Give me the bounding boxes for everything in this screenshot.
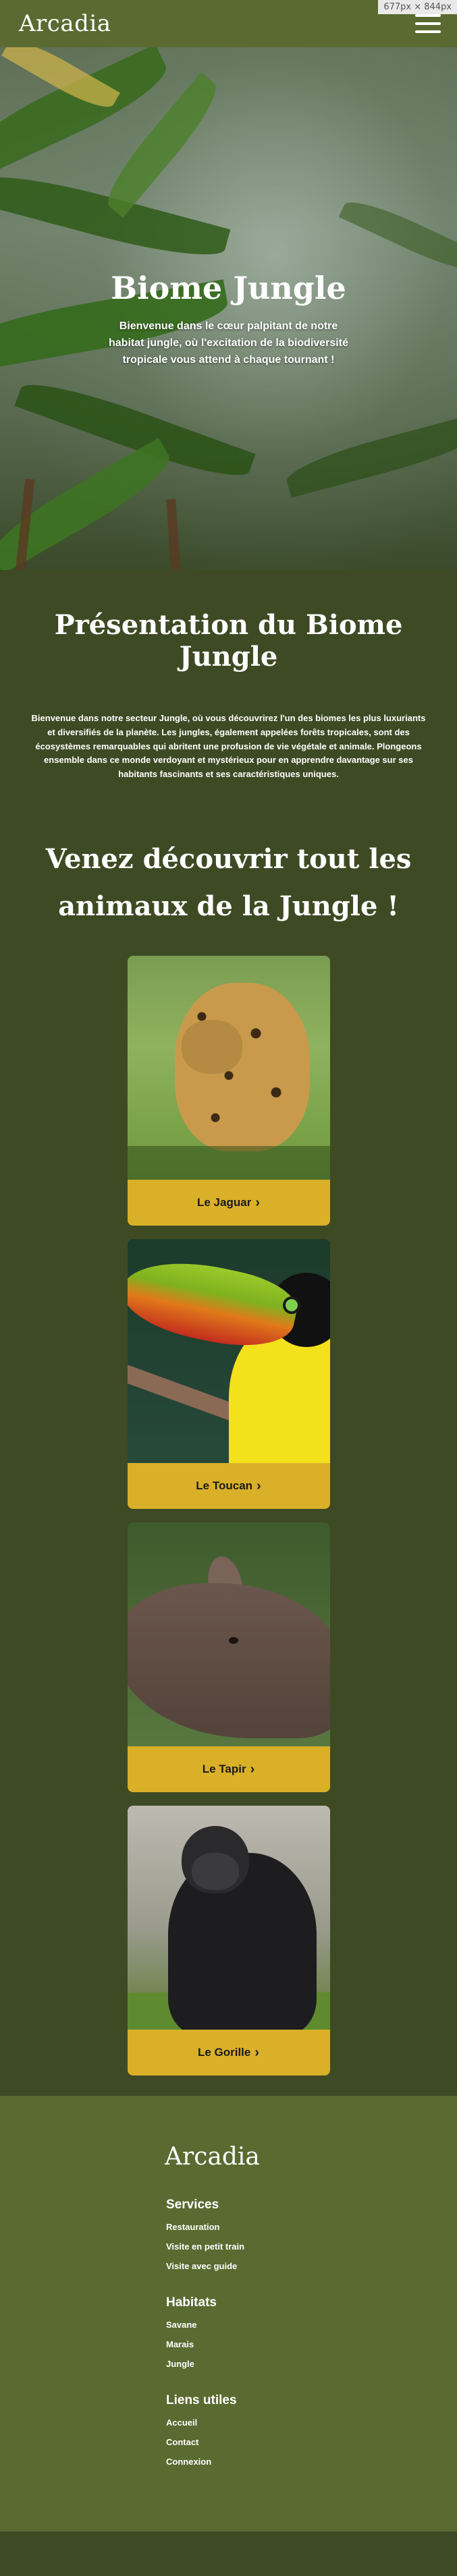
animal-card-gorilla[interactable]: Le Gorille › (127, 1805, 330, 2076)
animal-cards: Le Jaguar › Le Toucan › Le Tapir › Le Go… (0, 955, 457, 2096)
site-logo[interactable]: Arcadia (19, 10, 111, 37)
jungle-leaf-image (282, 413, 457, 498)
animal-card-button-toucan[interactable]: Le Toucan › (127, 1462, 330, 1509)
tapir-image (127, 1522, 330, 1746)
discover-title: Venez découvrir tout les animaux de la J… (45, 842, 412, 922)
chevron-right-icon: › (254, 2044, 260, 2060)
hero-title: Biome Jungle (111, 270, 346, 306)
hero-subtitle: Bienvenue dans le cœur palpitant de notr… (109, 320, 348, 366)
animal-card-label: Le Jaguar (197, 1195, 252, 1209)
footer-section-liens-utiles: Liens utiles Accueil Contact Connexion (0, 2393, 457, 2467)
footer-link-visite-guide[interactable]: Visite avec guide (166, 2261, 457, 2271)
footer-link-contact[interactable]: Contact (166, 2437, 457, 2447)
toucan-image (127, 1238, 330, 1463)
animal-card-jaguar[interactable]: Le Jaguar › (127, 955, 330, 1226)
animal-card-toucan[interactable]: Le Toucan › (127, 1238, 330, 1509)
footer-link-petit-train[interactable]: Visite en petit train (166, 2241, 457, 2252)
presentation-title: Présentation du Biome Jungle (54, 609, 403, 672)
footer-link-marais[interactable]: Marais (166, 2339, 457, 2349)
animal-card-label: Le Tapir (202, 1762, 246, 1775)
footer-logo[interactable]: Arcadia (0, 2143, 457, 2171)
animal-card-tapir[interactable]: Le Tapir › (127, 1522, 330, 1792)
presentation-section: Présentation du Biome Jungle Bienvenue d… (0, 570, 457, 809)
jaguar-image (127, 955, 330, 1180)
presentation-text: Bienvenue dans notre secteur Jungle, où … (31, 713, 426, 780)
jungle-leaf-image (0, 163, 231, 269)
discover-section: Venez découvrir tout les animaux de la J… (0, 809, 457, 956)
animal-card-button-tapir[interactable]: Le Tapir › (127, 1746, 330, 1792)
footer-link-restauration[interactable]: Restauration (166, 2222, 457, 2232)
footer-link-accueil[interactable]: Accueil (166, 2417, 457, 2428)
animal-card-label: Le Gorille (197, 2045, 251, 2059)
footer-link-jungle[interactable]: Jungle (166, 2359, 457, 2369)
site-footer: Arcadia Services Restauration Visite en … (0, 2095, 457, 2531)
hero-banner: Biome Jungle Bienvenue dans le cœur palp… (0, 47, 457, 570)
viewport-size-badge: 677px × 844px (378, 0, 457, 14)
animal-card-button-jaguar[interactable]: Le Jaguar › (127, 1179, 330, 1226)
hamburger-menu-icon[interactable] (415, 14, 441, 33)
footer-link-savane[interactable]: Savane (166, 2320, 457, 2330)
footer-section-title: Habitats (166, 2295, 217, 2310)
footer-section-title: Services (166, 2197, 219, 2212)
site-header: Arcadia 677px × 844px (0, 0, 457, 47)
gorilla-image (127, 1805, 330, 2030)
chevron-right-icon: › (257, 1478, 261, 1493)
hero-text: Biome Jungle Bienvenue dans le cœur palp… (0, 270, 457, 368)
footer-link-connexion[interactable]: Connexion (166, 2457, 457, 2467)
footer-section-services: Services Restauration Visite en petit tr… (0, 2198, 457, 2271)
animal-card-button-gorilla[interactable]: Le Gorille › (127, 2029, 330, 2076)
jungle-leaf-image (338, 192, 457, 280)
footer-section-habitats: Habitats Savane Marais Jungle (0, 2295, 457, 2369)
chevron-right-icon: › (255, 1195, 260, 1210)
footer-section-title: Liens utiles (166, 2393, 237, 2407)
chevron-right-icon: › (250, 1761, 255, 1777)
page: Arcadia 677px × 844px Biome Jungle Bienv… (0, 0, 457, 2576)
tree-trunk-image (166, 498, 181, 570)
animal-card-label: Le Toucan (196, 1479, 253, 1492)
